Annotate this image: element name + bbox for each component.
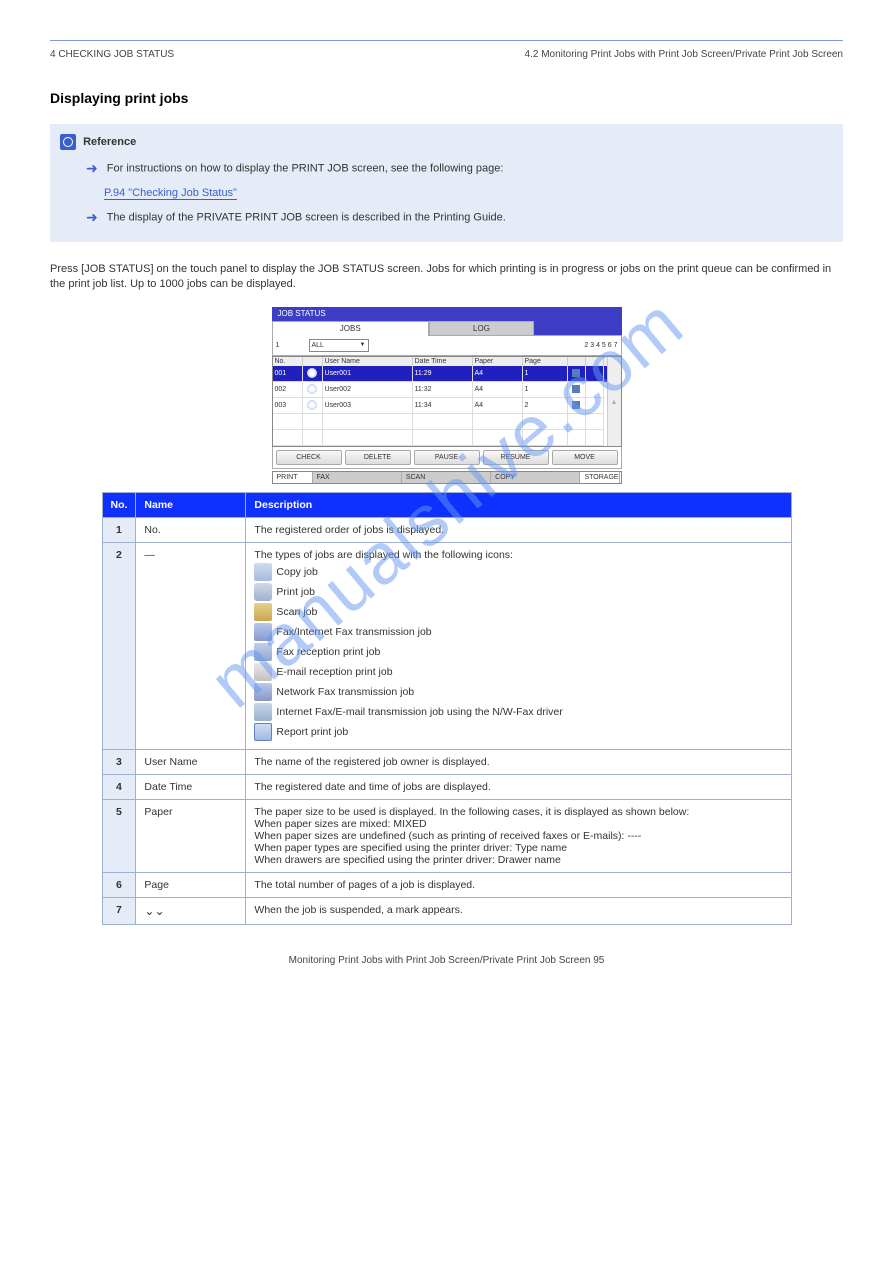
table-row: 7 ⌄⌄ When the job is suspended, a mark app…	[102, 897, 791, 924]
ic-report-icon	[254, 723, 272, 741]
list-item[interactable]: 002User00211:32A41	[273, 382, 607, 398]
header-rule	[50, 40, 843, 41]
scroll-up[interactable]: ▴	[607, 357, 621, 446]
ic-net-icon	[254, 683, 272, 701]
note-label: Reference	[83, 136, 136, 148]
table-row: 6PageThe total number of pages of a job …	[102, 872, 791, 897]
ss-titlebar: JOB STATUS	[272, 307, 622, 321]
row-name: ⌄⌄	[136, 897, 246, 924]
icon-label: Fax reception print job	[276, 646, 380, 658]
status-print[interactable]: PRINT	[273, 472, 313, 483]
table-row: 3User NameThe name of the registered job…	[102, 749, 791, 774]
row-number: 7	[102, 897, 136, 924]
ic-copy-icon	[254, 563, 272, 581]
row-number: 5	[102, 799, 136, 872]
row-name: Date Time	[136, 774, 246, 799]
list-item[interactable]: 001User00111:29A41	[273, 366, 607, 382]
status-scan[interactable]: SCAN	[402, 472, 491, 483]
icon-label: Internet Fax/E-mail transmission job usi…	[276, 706, 562, 718]
row-description: The types of jobs are displayed with the…	[246, 542, 791, 749]
list-header: No.User NameDate TimePaperPage	[273, 357, 607, 366]
description-table: No. Name Description 1No.The registered …	[102, 492, 792, 925]
status-bar: PRINTFAXSCANCOPYSTORAGE	[272, 471, 622, 484]
tab-jobs[interactable]: JOBS	[272, 321, 430, 336]
section-title: Displaying print jobs	[50, 90, 843, 106]
filter-dropdown[interactable]: ALL	[309, 339, 369, 352]
reference-link[interactable]: P.94 "Checking Job Status"	[104, 187, 237, 200]
row-description: The name of the registered job owner is …	[246, 749, 791, 774]
move-button[interactable]: MOVE	[552, 450, 618, 465]
arrow-icon: ➜	[86, 209, 98, 225]
reference-icon	[60, 134, 76, 150]
note-line2: The display of the PRIVATE PRINT JOB scr…	[107, 211, 506, 223]
table-row: 1No.The registered order of jobs is disp…	[102, 517, 791, 542]
table-row: 4Date TimeThe registered date and time o…	[102, 774, 791, 799]
row-description: The paper size to be used is displayed. …	[246, 799, 791, 872]
th-no: No.	[102, 492, 136, 517]
job-status-screenshot: JOB STATUS JOBS LOG 1 ALL 2 3 4 5 6 7 No…	[272, 307, 622, 484]
row-description: The total number of pages of a job is di…	[246, 872, 791, 897]
ic-monitor-icon	[254, 703, 272, 721]
row-number: 2	[102, 542, 136, 749]
arrow-icon: ➜	[86, 160, 98, 176]
icon-label: Print job	[276, 586, 315, 598]
row-number: 4	[102, 774, 136, 799]
icon-label: Copy job	[276, 566, 317, 578]
icon-label: Scan job	[276, 606, 317, 618]
body-paragraph: Press [JOB STATUS] on the touch panel to…	[50, 262, 843, 293]
pause-button[interactable]: PAUSE	[414, 450, 480, 465]
delete-button[interactable]: DELETE	[345, 450, 411, 465]
icon-label: E-mail reception print job	[276, 666, 392, 678]
icon-label: Fax/Internet Fax transmission job	[276, 626, 431, 638]
row-description: When the job is suspended, a mark appear…	[246, 897, 791, 924]
row-number: 6	[102, 872, 136, 897]
header-right: 4.2 Monitoring Print Jobs with Print Job…	[525, 49, 843, 60]
tab-log[interactable]: LOG	[429, 321, 534, 336]
ic-ifax-icon	[254, 643, 272, 661]
th-name: Name	[136, 492, 246, 517]
row-name: User Name	[136, 749, 246, 774]
icon-label: Network Fax transmission job	[276, 686, 414, 698]
row-name: —	[136, 542, 246, 749]
row-description: The registered date and time of jobs are…	[246, 774, 791, 799]
table-row: 5PaperThe paper size to be used is displ…	[102, 799, 791, 872]
ic-scan-icon	[254, 603, 272, 621]
status-fax[interactable]: FAX	[313, 472, 402, 483]
check-button[interactable]: CHECK	[276, 450, 342, 465]
row-name: Page	[136, 872, 246, 897]
row-name: No.	[136, 517, 246, 542]
ic-email-icon	[254, 663, 272, 681]
page-footer: Monitoring Print Jobs with Print Job Scr…	[50, 955, 843, 966]
icon-label: Report print job	[276, 726, 348, 738]
header-left: 4 CHECKING JOB STATUS	[50, 49, 174, 60]
table-row: 2—The types of jobs are displayed with t…	[102, 542, 791, 749]
note-line1: For instructions on how to display the P…	[107, 162, 504, 174]
list-item[interactable]: 003User00311:34A42	[273, 398, 607, 414]
note-box: Reference ➜ For instructions on how to d…	[50, 124, 843, 242]
action-buttons: CHECKDELETEPAUSERESUMEMOVE	[272, 447, 622, 469]
row-description: The registered order of jobs is displaye…	[246, 517, 791, 542]
resume-button[interactable]: RESUME	[483, 450, 549, 465]
ss-tabs: JOBS LOG	[272, 321, 622, 336]
page-header: 4 CHECKING JOB STATUS 4.2 Monitoring Pri…	[50, 49, 843, 60]
status-storage[interactable]: STORAGE	[580, 472, 620, 483]
row-number: 1	[102, 517, 136, 542]
th-desc: Description	[246, 492, 791, 517]
list-item[interactable]	[273, 414, 607, 430]
status-copy[interactable]: COPY	[491, 472, 580, 483]
ic-fax-icon	[254, 623, 272, 641]
row-name: Paper	[136, 799, 246, 872]
job-list: No.User NameDate TimePaperPage 001User00…	[272, 356, 622, 447]
ic-print-icon	[254, 583, 272, 601]
chevron-down-icon: ⌄⌄	[144, 904, 164, 918]
list-item[interactable]	[273, 430, 607, 446]
row-number: 3	[102, 749, 136, 774]
ss-toolbar: 1 ALL 2 3 4 5 6 7	[272, 336, 622, 356]
